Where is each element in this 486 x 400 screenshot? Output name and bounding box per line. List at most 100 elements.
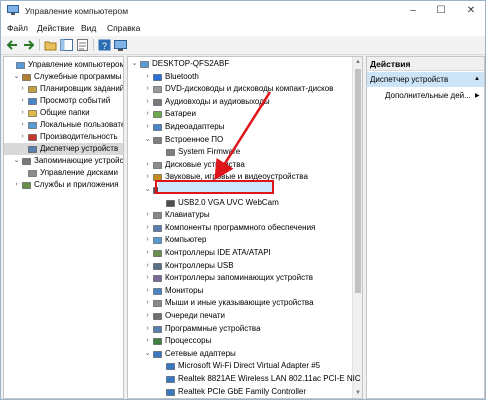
expand-arrow-icon[interactable]: › bbox=[143, 285, 152, 297]
device-tree-item[interactable]: › Программные устройства bbox=[128, 323, 352, 335]
device-tree-item[interactable]: USB2.0 VGA UVC WebCam bbox=[128, 197, 352, 209]
collapse-arrow-icon[interactable]: ⌄ bbox=[143, 348, 152, 360]
device-tree-item[interactable]: › Bluetooth bbox=[128, 71, 352, 83]
computer-view-icon[interactable] bbox=[113, 38, 128, 52]
actions-device-manager[interactable]: Диспетчер устройств ▲ bbox=[367, 72, 484, 87]
device-tree-item[interactable]: Realtek 8821AE Wireless LAN 802.11ac PCI… bbox=[128, 373, 361, 385]
scroll-thumb[interactable] bbox=[355, 69, 361, 293]
expand-arrow-icon[interactable]: › bbox=[143, 71, 152, 83]
console-tree-item[interactable]: › Общие папки bbox=[4, 107, 123, 119]
expand-arrow-icon[interactable]: › bbox=[143, 260, 152, 272]
tree-item-label: Microsoft Wi-Fi Direct Virtual Adapter #… bbox=[178, 361, 321, 371]
network-adapter-icon bbox=[166, 388, 175, 396]
expand-arrow-icon[interactable]: › bbox=[143, 297, 152, 309]
expand-arrow-icon[interactable]: › bbox=[143, 310, 152, 322]
device-tree-scrollbar[interactable]: ▲ ▼ bbox=[352, 57, 362, 398]
device-tree-item[interactable]: Microsoft Wi-Fi Direct Virtual Adapter #… bbox=[128, 360, 352, 372]
collapse-icon[interactable]: ▲ bbox=[474, 72, 480, 87]
device-tree-item[interactable]: › Контроллеры запоминающих устройств bbox=[128, 272, 352, 284]
tree-item-label: Батареи bbox=[165, 109, 196, 119]
expand-arrow-icon[interactable]: › bbox=[143, 272, 152, 284]
expand-arrow-icon[interactable]: › bbox=[18, 83, 27, 95]
tree-item-label: Дисковые устройства bbox=[165, 159, 245, 169]
device-tree-item[interactable]: › Контроллеры IDE ATA/ATAPI bbox=[128, 247, 352, 259]
device-tree-item[interactable]: › Мыши и иные указывающие устройства bbox=[128, 297, 352, 309]
toolbar: ? bbox=[1, 36, 485, 55]
expand-arrow-icon[interactable]: › bbox=[143, 209, 152, 221]
console-tree-item[interactable]: › Производительность bbox=[4, 131, 123, 143]
device-tree-item[interactable]: › Аудиовходы и аудиовыходы bbox=[128, 96, 352, 108]
expand-arrow-icon[interactable]: › bbox=[143, 83, 152, 95]
tree-item-label: Производительность bbox=[40, 132, 118, 141]
collapse-arrow-icon[interactable]: ⌄ bbox=[12, 71, 21, 83]
expand-arrow-icon[interactable]: › bbox=[12, 179, 21, 191]
console-tree-item[interactable]: › Локальные пользовате bbox=[4, 119, 123, 131]
console-tree-item[interactable]: › Просмотр событий bbox=[4, 95, 123, 107]
menu-file[interactable]: Файл bbox=[7, 23, 28, 33]
expand-arrow-icon[interactable]: › bbox=[143, 234, 152, 246]
scroll-down-icon[interactable]: ▼ bbox=[353, 388, 362, 398]
collapse-arrow-icon[interactable]: ⌄ bbox=[143, 134, 152, 146]
tree-item-label: Диспетчер устройств bbox=[40, 144, 119, 153]
device-tree-item[interactable]: › Клавиатуры bbox=[128, 209, 352, 221]
collapse-arrow-icon[interactable]: ⌄ bbox=[143, 184, 152, 196]
device-tree-item[interactable]: › Компоненты программного обеспечения bbox=[128, 222, 352, 234]
device-tree-item[interactable]: › Батареи bbox=[128, 108, 352, 120]
device-tree-item[interactable]: › Дисковые устройства bbox=[128, 159, 352, 171]
device-tree-item[interactable]: › Очереди печати bbox=[128, 310, 352, 322]
console-tree-item[interactable]: Диспетчер устройств bbox=[4, 143, 123, 155]
device-tree-item[interactable]: Realtek PCIe GbE Family Controller bbox=[128, 386, 352, 398]
expand-arrow-icon[interactable]: › bbox=[143, 247, 152, 259]
expand-arrow-icon[interactable]: › bbox=[18, 131, 27, 143]
up-level-icon[interactable] bbox=[43, 38, 58, 52]
expand-arrow-icon[interactable]: › bbox=[18, 95, 27, 107]
menu-bar: Файл Действие Вид Справка bbox=[1, 21, 485, 36]
tree-item-label: Просмотр событий bbox=[40, 96, 111, 105]
properties-icon[interactable] bbox=[75, 38, 90, 52]
display-adapter-icon bbox=[153, 124, 162, 131]
expand-arrow-icon[interactable]: › bbox=[18, 119, 27, 131]
console-tree-item[interactable]: ⌄ Запоминающие устройств bbox=[4, 155, 123, 167]
close-icon[interactable]: ✕ bbox=[457, 1, 485, 21]
expand-arrow-icon[interactable]: › bbox=[143, 335, 152, 347]
console-tree-item[interactable]: Управление компьютером (л bbox=[4, 59, 123, 71]
menu-view[interactable]: Вид bbox=[81, 23, 96, 33]
console-tree-item[interactable]: › Планировщик заданий bbox=[4, 83, 123, 95]
battery-icon bbox=[153, 111, 162, 119]
console-tree-item[interactable]: › Службы и приложения bbox=[4, 179, 123, 191]
maximize-icon[interactable]: ☐ bbox=[427, 1, 455, 21]
device-tree-item[interactable]: › Видеоадаптеры bbox=[128, 121, 352, 133]
expand-arrow-icon[interactable]: › bbox=[143, 159, 152, 171]
expand-arrow-icon[interactable]: › bbox=[143, 171, 152, 183]
expand-arrow-icon[interactable]: › bbox=[18, 107, 27, 119]
device-tree-item[interactable]: TAP-Windows Adapter V9 bbox=[128, 398, 352, 399]
device-tree-item[interactable]: › Процессоры bbox=[128, 335, 352, 347]
expand-arrow-icon[interactable]: › bbox=[143, 96, 152, 108]
expand-arrow-icon[interactable]: › bbox=[143, 323, 152, 335]
more-actions-item[interactable]: Дополнительные дей... ▶ bbox=[385, 90, 480, 102]
menu-action[interactable]: Действие bbox=[37, 23, 74, 33]
device-tree-item[interactable]: ⌄ Сетевые адаптеры bbox=[128, 348, 352, 360]
expand-arrow-icon[interactable]: › bbox=[143, 222, 152, 234]
console-tree-item[interactable]: ⌄ Служебные программы bbox=[4, 71, 123, 83]
device-tree-item[interactable]: › DVD-дисководы и дисководы компакт-диско… bbox=[128, 83, 352, 95]
forward-arrow-icon[interactable] bbox=[21, 38, 36, 52]
device-tree-item[interactable]: › Контроллеры USB bbox=[128, 260, 352, 272]
expand-arrow-icon[interactable]: › bbox=[143, 121, 152, 133]
expand-arrow-icon[interactable]: › bbox=[143, 108, 152, 120]
scroll-up-icon[interactable]: ▲ bbox=[353, 57, 362, 67]
back-arrow-icon[interactable] bbox=[5, 38, 20, 52]
help-icon[interactable]: ? bbox=[97, 38, 112, 52]
device-tree-item[interactable]: › Мониторы bbox=[128, 285, 352, 297]
collapse-arrow-icon[interactable]: ⌄ bbox=[130, 58, 139, 70]
console-tree-item[interactable]: Управление дисками bbox=[4, 167, 123, 179]
device-tree-item[interactable]: System Firmware bbox=[128, 146, 352, 158]
device-tree-item[interactable]: › Компьютер bbox=[128, 234, 352, 246]
show-hide-tree-icon[interactable] bbox=[59, 38, 74, 52]
minimize-icon[interactable]: – bbox=[399, 1, 427, 21]
device-tree-item[interactable]: ⌄ Встроенное ПО bbox=[128, 134, 352, 146]
collapse-arrow-icon[interactable]: ⌄ bbox=[12, 155, 21, 167]
device-tree-item[interactable]: ⌄ DESKTOP-QFS2ABF bbox=[128, 58, 352, 70]
software-device-icon bbox=[153, 325, 162, 333]
menu-help[interactable]: Справка bbox=[107, 23, 140, 33]
